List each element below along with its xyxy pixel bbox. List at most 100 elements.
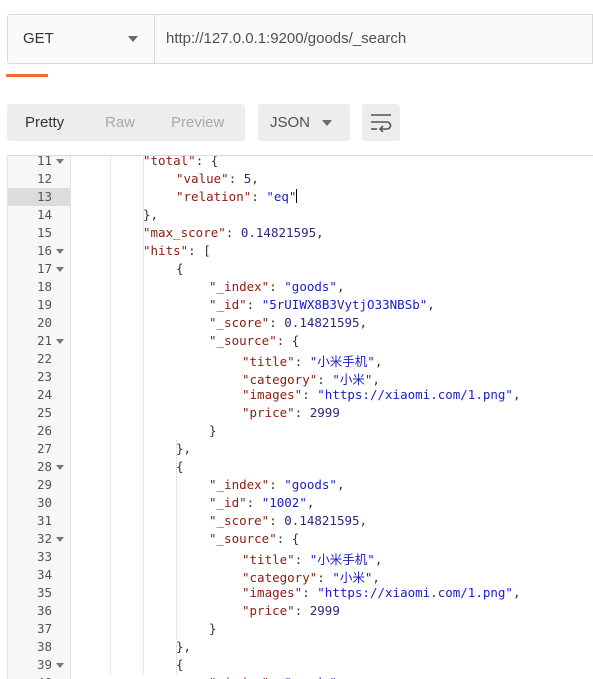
code-text: } xyxy=(209,423,217,438)
code-line[interactable]: 36 "price": 2999 xyxy=(8,602,593,620)
code-text: "_index": "goods", xyxy=(209,477,345,492)
json-punctuation: : { xyxy=(276,333,300,348)
code-text: } xyxy=(209,621,217,636)
json-punctuation: }, xyxy=(176,441,192,456)
url-input[interactable]: http://127.0.0.1:9200/goods/_search xyxy=(166,30,406,47)
line-number-cell: 17 xyxy=(8,260,70,278)
line-number: 26 xyxy=(36,423,52,438)
code-line[interactable]: 28 { xyxy=(8,458,593,476)
json-punctuation: : xyxy=(269,477,285,492)
json-number: 0.14821595 xyxy=(284,513,360,528)
json-punctuation: : xyxy=(269,315,285,330)
response-body-editor[interactable]: 11 "total": {12 "value": 5, 13 "relation": "… xyxy=(7,155,593,679)
code-line[interactable]: 19 "_id": "5rUIWX8B3VytjO33NBSb", xyxy=(8,296,593,314)
json-punctuation: , xyxy=(512,585,521,600)
json-punctuation: , xyxy=(372,372,380,387)
line-number-cell: 21 xyxy=(8,332,70,350)
json-punctuation: : xyxy=(246,297,262,312)
preview-button[interactable]: Preview xyxy=(171,114,224,131)
line-number-cell: 22 xyxy=(8,350,70,368)
json-key: "title" xyxy=(242,552,295,567)
code-line[interactable]: 11 "total": { xyxy=(8,155,593,170)
json-key: "max_score" xyxy=(143,225,226,240)
code-line[interactable]: 38}, xyxy=(8,638,593,656)
json-key: "price" xyxy=(242,405,295,420)
json-string: "eq" xyxy=(266,189,297,204)
text-cursor xyxy=(296,189,298,203)
method-select[interactable]: GET xyxy=(8,15,155,63)
code-line[interactable]: 16 "hits": [ xyxy=(8,242,593,260)
raw-button[interactable]: Raw xyxy=(105,114,135,131)
code-line[interactable]: 20 "_score": 0.14821595, xyxy=(8,314,593,332)
fold-toggle-icon[interactable] xyxy=(56,537,64,542)
code-line[interactable]: 26} xyxy=(8,422,593,440)
code-text: "price": 2999 xyxy=(242,603,340,618)
code-line[interactable]: 33 "title": "小米手机", xyxy=(8,548,593,567)
line-number: 40 xyxy=(37,675,52,679)
json-punctuation: } xyxy=(209,621,217,636)
code-line[interactable]: 24 "images": "https://xiaomi.com/1.png", xyxy=(8,386,593,404)
line-number-cell: 37 xyxy=(8,620,70,638)
fold-toggle-icon[interactable] xyxy=(56,339,64,344)
code-line[interactable]: 21 "_source": { xyxy=(8,332,593,350)
json-punctuation: : xyxy=(228,171,244,186)
code-line[interactable]: 12 "value": 5, xyxy=(8,170,593,188)
fold-toggle-icon[interactable] xyxy=(56,267,64,272)
code-line[interactable]: 25 "price": 2999 xyxy=(8,404,593,422)
wrap-lines-button[interactable] xyxy=(362,104,400,141)
json-punctuation: : xyxy=(294,603,310,618)
json-key: "total" xyxy=(143,155,196,168)
code-line[interactable]: 15 "max_score": 0.14821595, xyxy=(8,224,593,242)
json-punctuation: , xyxy=(359,513,368,528)
format-select[interactable]: JSON xyxy=(258,104,350,141)
code-line[interactable]: 13 "relation": "eq" xyxy=(8,188,593,206)
line-number: 35 xyxy=(36,585,52,600)
json-punctuation: { xyxy=(176,459,184,474)
code-line[interactable]: 22 "title": "小米手机", xyxy=(8,350,593,369)
pretty-button[interactable]: Pretty xyxy=(25,114,64,131)
code-line[interactable]: 14}, xyxy=(8,206,593,224)
json-punctuation: }, xyxy=(176,639,192,654)
json-number: 0.14821595 xyxy=(284,315,360,330)
fold-toggle-icon[interactable] xyxy=(56,249,64,254)
code-line[interactable]: 31 "_score": 0.14821595, xyxy=(8,512,593,530)
line-number-cell: 30 xyxy=(8,494,70,512)
fold-toggle-icon[interactable] xyxy=(56,465,64,470)
active-tab-indicator xyxy=(6,74,48,77)
code-line[interactable]: 23 "category": "小米", xyxy=(8,368,593,387)
code-line[interactable]: 34 "category": "小米", xyxy=(8,566,593,585)
json-key: "_source" xyxy=(209,531,277,546)
code-line[interactable]: 37} xyxy=(8,620,593,638)
line-number-cell: 11 xyxy=(8,156,70,170)
json-string: "小米手机" xyxy=(309,354,375,369)
code-text: "images": "https://xiaomi.com/1.png", xyxy=(242,387,520,402)
json-string: "小米" xyxy=(332,570,373,585)
code-line[interactable]: 32 "_source": { xyxy=(8,530,593,548)
wrap-lines-icon xyxy=(371,114,392,132)
json-punctuation: , xyxy=(337,675,345,679)
code-line[interactable]: 18 "_index": "goods", xyxy=(8,278,593,296)
line-number: 21 xyxy=(36,333,52,348)
json-number: 2999 xyxy=(309,603,340,618)
line-number: 16 xyxy=(36,243,52,258)
code-line[interactable]: 17 { xyxy=(8,260,593,278)
fold-toggle-icon[interactable] xyxy=(56,159,64,164)
code-text: "_score": 0.14821595, xyxy=(209,315,367,330)
code-text: { xyxy=(176,657,184,672)
code-line[interactable]: 39 { xyxy=(8,656,593,674)
code-line[interactable]: 35 "images": "https://xiaomi.com/1.png", xyxy=(8,584,593,602)
fold-toggle-icon[interactable] xyxy=(56,663,64,668)
code-line[interactable]: 30 "_id": "1002", xyxy=(8,494,593,512)
json-string: "5rUIWX8B3VytjO33NBSb" xyxy=(261,297,428,312)
json-punctuation: : xyxy=(317,570,333,585)
line-number: 14 xyxy=(36,207,52,222)
code-line[interactable]: 29 "_index": "goods", xyxy=(8,476,593,494)
json-punctuation: : xyxy=(294,552,310,567)
line-number: 33 xyxy=(36,549,52,564)
code-line[interactable]: 27}, xyxy=(8,440,593,458)
code-line[interactable]: 40 "_index": "goods", xyxy=(8,674,593,679)
json-punctuation: , xyxy=(512,387,521,402)
json-key: "category" xyxy=(242,570,318,585)
json-key: "hits" xyxy=(143,243,189,258)
line-number: 32 xyxy=(36,531,52,546)
